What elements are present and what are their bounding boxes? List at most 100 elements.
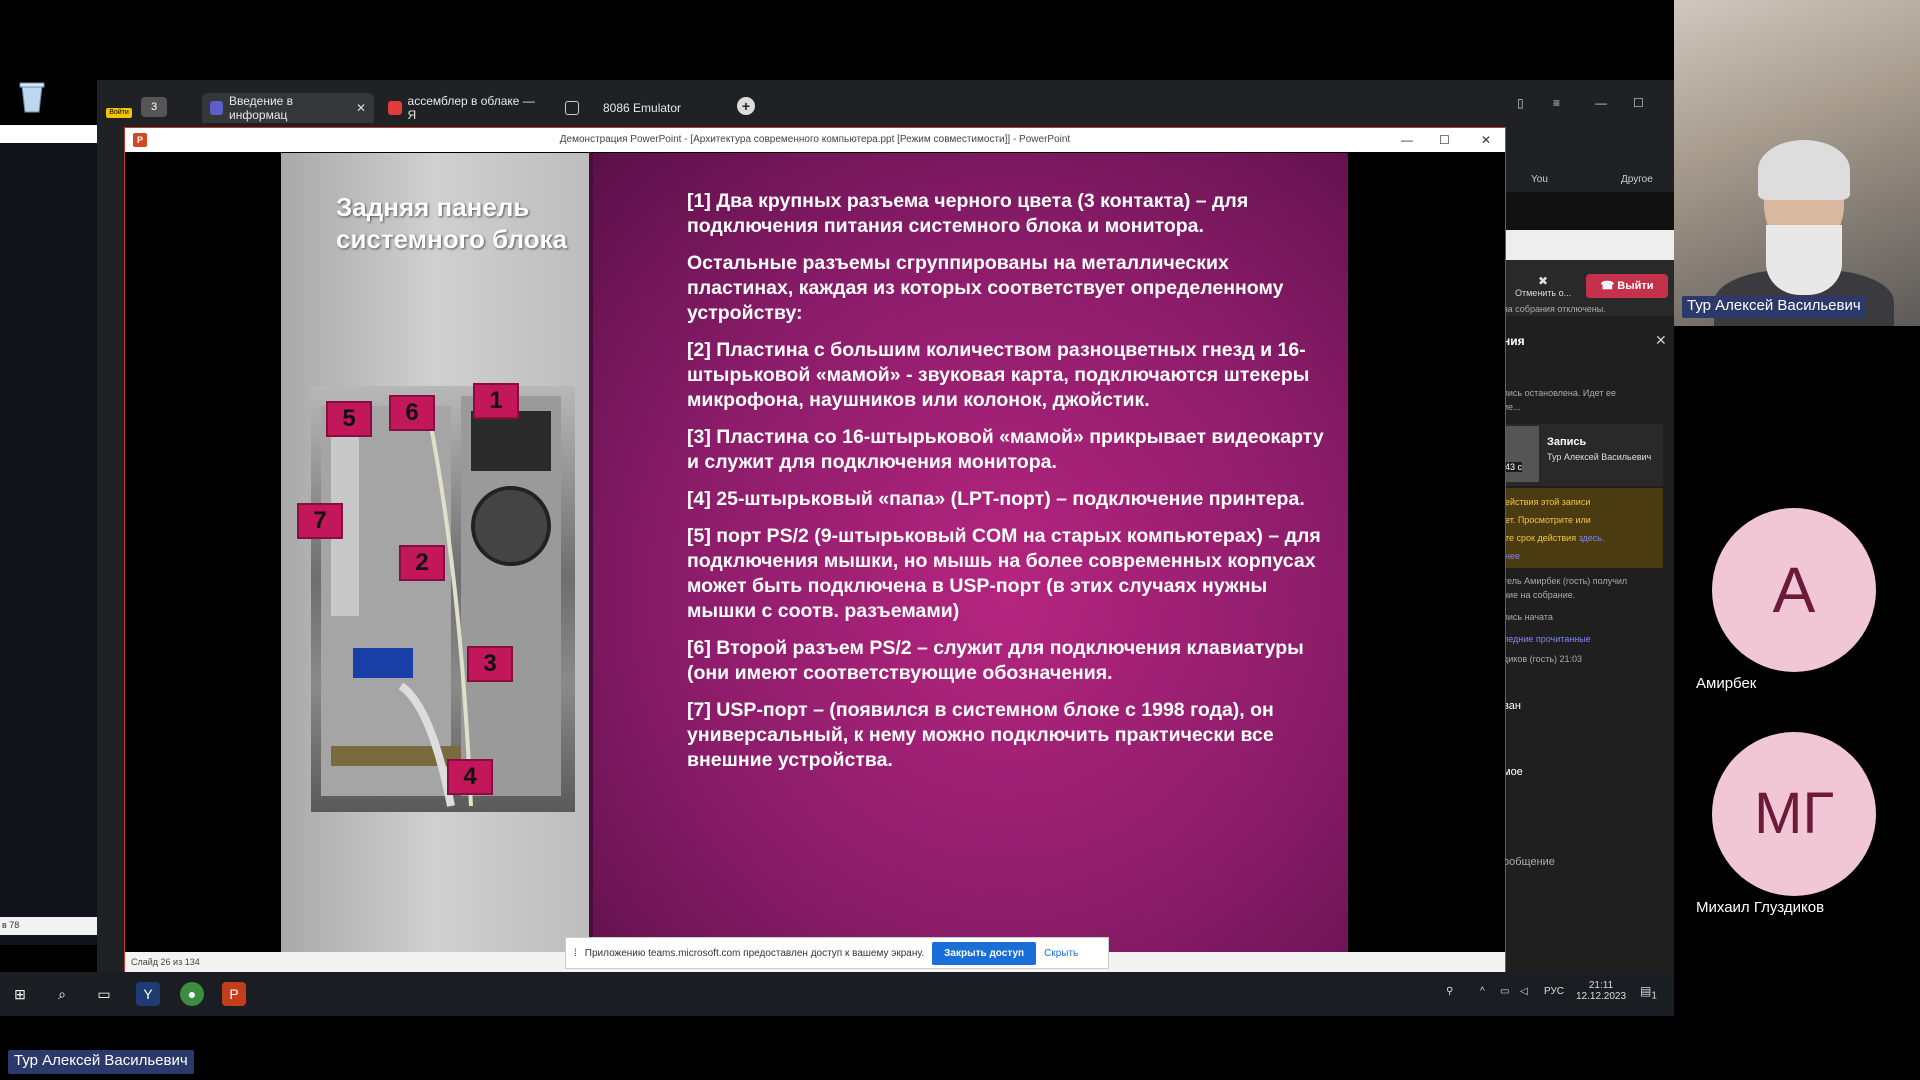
callout-5: 5 <box>326 401 372 437</box>
slide-paragraph: [4] 25-штырьковый «папа» (LPT-порт) – по… <box>687 488 1305 510</box>
chat-message: тель Амирбек (гость) получил <box>1503 576 1628 586</box>
close-icon[interactable]: ✕ <box>1655 332 1667 349</box>
tab-teams[interactable]: Введение в информац ✕ <box>202 93 374 123</box>
slide-counter: Слайд 26 из 134 <box>131 957 200 967</box>
here-link[interactable]: здесь. <box>1579 533 1605 543</box>
login-button[interactable]: Войти <box>104 90 134 126</box>
network-icon[interactable]: ▭ <box>1500 986 1509 997</box>
callout-1: 1 <box>473 383 519 419</box>
callout-3: 3 <box>467 646 513 682</box>
tab-assembler[interactable]: ассемблер в облаке — Я <box>380 93 550 123</box>
screen-share-notice: ⁞ Приложению teams.microsoft.com предост… <box>565 937 1109 969</box>
cancel-button[interactable]: ✖ Отменить о... <box>1515 274 1571 298</box>
compose-input[interactable]: ообщение <box>1503 856 1555 868</box>
recording-card[interactable]: 43 с Запись Тур Алексей Васильевич <box>1503 424 1663 486</box>
meeting-controls: ✖ Отменить о... ☎ Выйти ва собрания откл… <box>1503 260 1674 316</box>
clock[interactable]: 21:11 12.12.2023 <box>1576 980 1626 1002</box>
volume-icon[interactable]: ◁ <box>1520 986 1528 997</box>
new-tab-button[interactable]: + <box>737 97 755 115</box>
search-icon[interactable]: ⌕ <box>50 982 74 1006</box>
share-text: Приложению teams.microsoft.com предостав… <box>584 947 925 959</box>
callout-6: 6 <box>389 395 435 431</box>
left-app-strip: в 78 <box>0 125 97 945</box>
menu-icon[interactable]: ≡ <box>1553 96 1560 110</box>
login-label: Войти <box>106 108 132 118</box>
tab-count[interactable]: 3 <box>141 97 167 117</box>
speaker-name: Тур Алексей Васильевич <box>1682 296 1866 318</box>
chat-message: пись остановлена. Идет ее <box>1503 388 1616 398</box>
tab-bar: Войти 3 Введение в информац ✕ ассемблер … <box>97 80 1674 132</box>
participant-name: Михаил Глуздиков <box>1696 899 1825 916</box>
slide-paragraph: [5] порт PS/2 (9-штырьковый COM на стары… <box>687 525 1321 622</box>
hide-button[interactable]: Скрыть <box>1044 948 1078 959</box>
task-view-icon[interactable]: ▭ <box>92 982 116 1006</box>
other-bookmarks[interactable]: Другое <box>1621 174 1653 185</box>
recording-warning: ействия этой записи ет. Просмотрите или … <box>1503 488 1663 568</box>
notifications-icon[interactable]: ▤1 <box>1640 984 1657 1001</box>
close-icon[interactable]: ✕ <box>356 101 366 115</box>
recording-author: Тур Алексей Васильевич <box>1547 452 1652 462</box>
minimize-icon[interactable]: — <box>1595 96 1607 110</box>
participant-name: Амирбек <box>1696 675 1757 692</box>
callout-7: 7 <box>297 503 343 539</box>
tab-label: Введение в информац <box>229 94 294 122</box>
shared-screen: в 78 Войти 3 Введение в информац ✕ ассем… <box>0 0 1674 1080</box>
speaker-video[interactable]: Тур Алексей Васильевич <box>1674 0 1920 326</box>
participant-avatar[interactable]: А <box>1712 508 1876 672</box>
yandex-browser-icon[interactable]: Y <box>136 982 160 1006</box>
window-icon <box>565 101 579 115</box>
leave-label: Выйти <box>1617 280 1654 292</box>
screen: в 78 Войти 3 Введение в информац ✕ ассем… <box>0 0 1920 1080</box>
bookmarks-bar: You Другое <box>1503 170 1674 192</box>
share-icon: ⁞ <box>574 947 577 959</box>
powerpoint-taskbar-icon[interactable]: P <box>222 982 246 1006</box>
slide[interactable]: Задняя панель системного блока 5 6 1 7 2… <box>281 153 1348 952</box>
callout-4: 4 <box>447 759 493 795</box>
last-read-divider: ледние прочитанные <box>1503 634 1591 644</box>
left-strip-foot: в 78 <box>0 917 97 935</box>
tab-label: ассемблер в облаке — Я <box>407 94 535 122</box>
slide-text-panel: [1] Два крупных разъема черного цвета (3… <box>589 153 1348 952</box>
youtube-bookmark[interactable]: You <box>1531 174 1548 185</box>
chat-message: диков (гость) 21:03 <box>1503 654 1583 664</box>
ppt-title-bar: P Демонстрация PowerPoint - [Архитектура… <box>125 128 1505 152</box>
time: 21:11 <box>1588 980 1614 991</box>
chat-message: пись начата <box>1503 612 1553 622</box>
bookmarks-icon[interactable]: ▯ <box>1517 96 1524 110</box>
recording-title: Запись <box>1547 436 1587 448</box>
recycle-bin-icon[interactable] <box>14 78 50 114</box>
chat-message: ние на собрание. <box>1503 590 1576 600</box>
chat-pane: ния ✕ пись остановлена. Идет ее ие... 43… <box>1503 316 1674 972</box>
chrome-icon[interactable]: ● <box>180 982 204 1006</box>
tray-chevron-icon[interactable]: ^ <box>1480 986 1485 997</box>
user-icon[interactable]: ⚲ <box>1446 986 1453 997</box>
meeting-notice: ва собрания отключены. <box>1503 304 1606 314</box>
maximize-icon[interactable]: ☐ <box>1633 96 1644 110</box>
date: 12.12.2023 <box>1576 991 1627 1002</box>
slide-paragraph: Остальные разъемы сгруппированы на метал… <box>687 252 1284 324</box>
pc-back-photo <box>311 386 575 812</box>
slide-heading: Задняя панель системного блока <box>336 192 568 254</box>
pc-back-svg <box>321 396 561 807</box>
language-indicator[interactable]: РУС <box>1544 986 1564 997</box>
windows-start-icon[interactable]: ⊞ <box>8 982 32 1006</box>
slide-paragraph: [3] Пластина со 16-штырьковой «мамой» пр… <box>687 426 1324 473</box>
slide-paragraph: [6] Второй разъем PS/2 – служит для подк… <box>687 637 1304 684</box>
recording-duration: 43 с <box>1505 462 1523 472</box>
close-icon[interactable]: ✕ <box>1481 128 1491 152</box>
yandex-icon <box>388 101 402 115</box>
participant-avatar[interactable]: МГ <box>1712 732 1876 896</box>
stop-sharing-button[interactable]: Закрыть доступ <box>932 941 1037 965</box>
leave-meeting-button[interactable]: ☎ Выйти <box>1586 274 1668 298</box>
cancel-label: Отменить о... <box>1515 288 1572 298</box>
powerpoint-icon: P <box>133 133 147 147</box>
minimize-icon[interactable]: — <box>1401 128 1413 152</box>
tab-emulator[interactable]: 8086 Emulator <box>557 93 727 123</box>
recording-thumbnail <box>1503 426 1539 482</box>
chat-title: ния <box>1503 334 1525 348</box>
presenter-name-tag: Тур Алексей Васильевич <box>8 1050 194 1074</box>
slide-paragraph: [7] USP-порт – (появился в системном бло… <box>687 699 1274 771</box>
maximize-icon[interactable]: ☐ <box>1439 128 1450 152</box>
callout-2: 2 <box>399 545 445 581</box>
powerpoint-window: P Демонстрация PowerPoint - [Архитектура… <box>124 127 1506 972</box>
